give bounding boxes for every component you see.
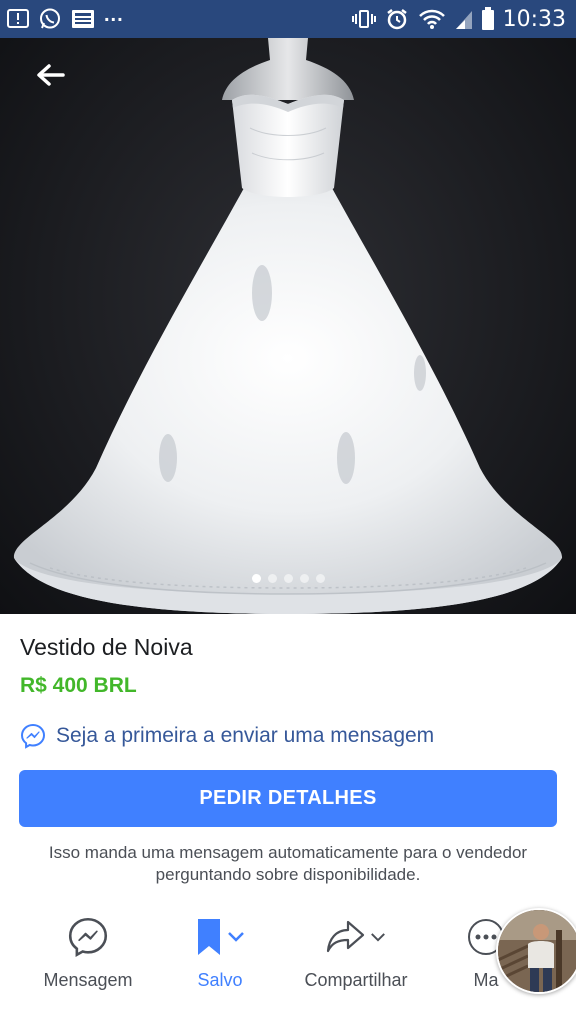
bookmark-icon [198, 919, 220, 955]
clock: 10:33 [502, 6, 566, 32]
saved-action-label: Salvo [197, 970, 243, 990]
share-action-label: Compartilhar [304, 970, 408, 990]
alert-icon [6, 8, 30, 30]
listing-price: R$ 400 BRL [20, 674, 137, 697]
more-action-label: Ma [473, 970, 499, 990]
news-icon [70, 8, 96, 30]
messenger-icon [20, 723, 46, 749]
request-details-note: Isso manda uma mensagem automaticamente … [48, 843, 528, 884]
avatar-photo [498, 910, 576, 992]
chevron-down-icon [371, 932, 385, 942]
listing-title: Vestido de Noiva [20, 634, 193, 660]
pager-dot[interactable] [251, 574, 261, 583]
signal-icon [455, 8, 473, 30]
pager-dot[interactable] [299, 574, 309, 583]
status-bar: ... 10:33 [0, 0, 576, 38]
chevron-down-icon [228, 932, 244, 942]
chat-head-avatar[interactable] [496, 908, 576, 994]
action-bar: Mensagem Salvo Compartilhar Ma [0, 912, 576, 1002]
messenger-icon [68, 917, 108, 957]
back-arrow-icon [37, 64, 65, 86]
wedding-dress-image [13, 38, 563, 614]
pager-dot[interactable] [315, 574, 325, 583]
saved-action[interactable]: Salvo [180, 912, 260, 1002]
vibrate-icon [351, 8, 377, 30]
message-action-label: Mensagem [43, 970, 133, 990]
whatsapp-icon [38, 7, 62, 31]
photo-pager[interactable] [0, 574, 576, 583]
status-overflow: ... [104, 3, 124, 26]
product-photo[interactable] [0, 38, 576, 614]
message-action[interactable]: Mensagem [38, 912, 138, 1002]
wifi-icon [417, 7, 447, 31]
share-action[interactable]: Compartilhar [296, 912, 416, 1002]
first-message-text: Seja a primeira a enviar uma mensagem [56, 724, 435, 747]
pager-dot[interactable] [283, 574, 293, 583]
first-message-link[interactable]: Seja a primeira a enviar uma mensagem [20, 720, 434, 752]
back-button[interactable] [26, 58, 76, 92]
request-details-button[interactable]: PEDIR DETALHES [19, 770, 557, 827]
battery-icon [481, 7, 495, 31]
share-icon [326, 920, 365, 953]
alarm-icon [385, 7, 409, 31]
pager-dot[interactable] [267, 574, 277, 583]
